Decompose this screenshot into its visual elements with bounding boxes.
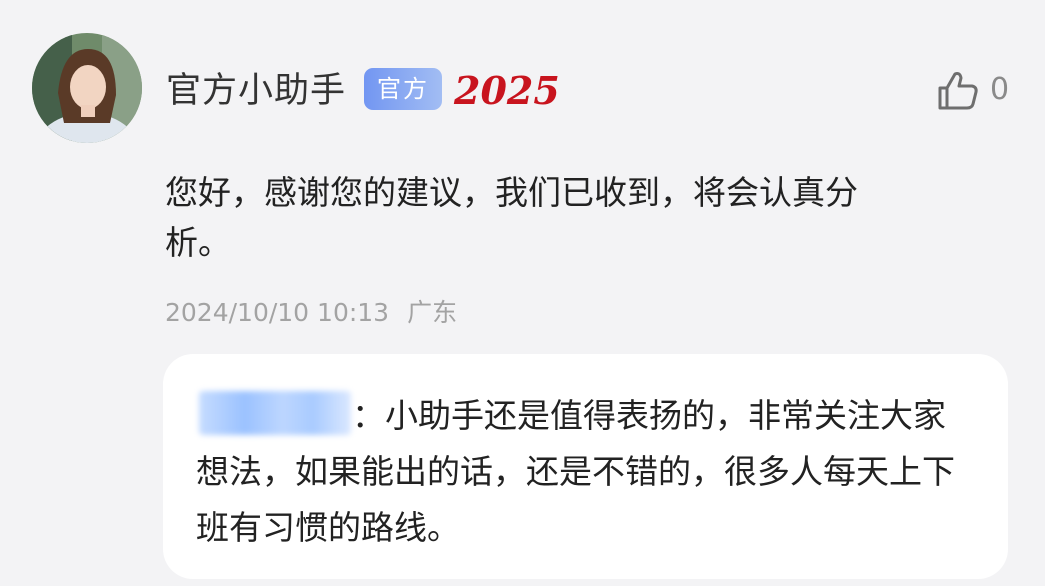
comment-text: 您好，感谢您的建议，我们已收到，将会认真分析。 <box>165 173 858 262</box>
username[interactable]: 官方小助手 <box>166 68 346 114</box>
official-badge: 官方 <box>364 68 442 110</box>
avatar-photo <box>32 33 142 143</box>
reply-box[interactable]: ：小助手还是值得表扬的，非常关注大家想法，如果能出的话，还是不错的，很多人每天上… <box>163 354 1008 579</box>
reply-text: ：小助手还是值得表扬的，非常关注大家想法，如果能出的话，还是不错的，很多人每天上… <box>196 396 955 547</box>
timestamp: 2024/10/10 10:13 <box>165 298 390 327</box>
year-2025-logo: 2025 <box>453 68 560 113</box>
thumbs-up-icon[interactable] <box>936 70 980 112</box>
avatar[interactable] <box>32 33 142 143</box>
year-logo-text: 2025 <box>453 68 560 113</box>
comment-meta: 2024/10/10 10:13 广东 <box>165 296 457 330</box>
location: 广东 <box>407 298 458 327</box>
like-count: 0 <box>990 72 1010 107</box>
